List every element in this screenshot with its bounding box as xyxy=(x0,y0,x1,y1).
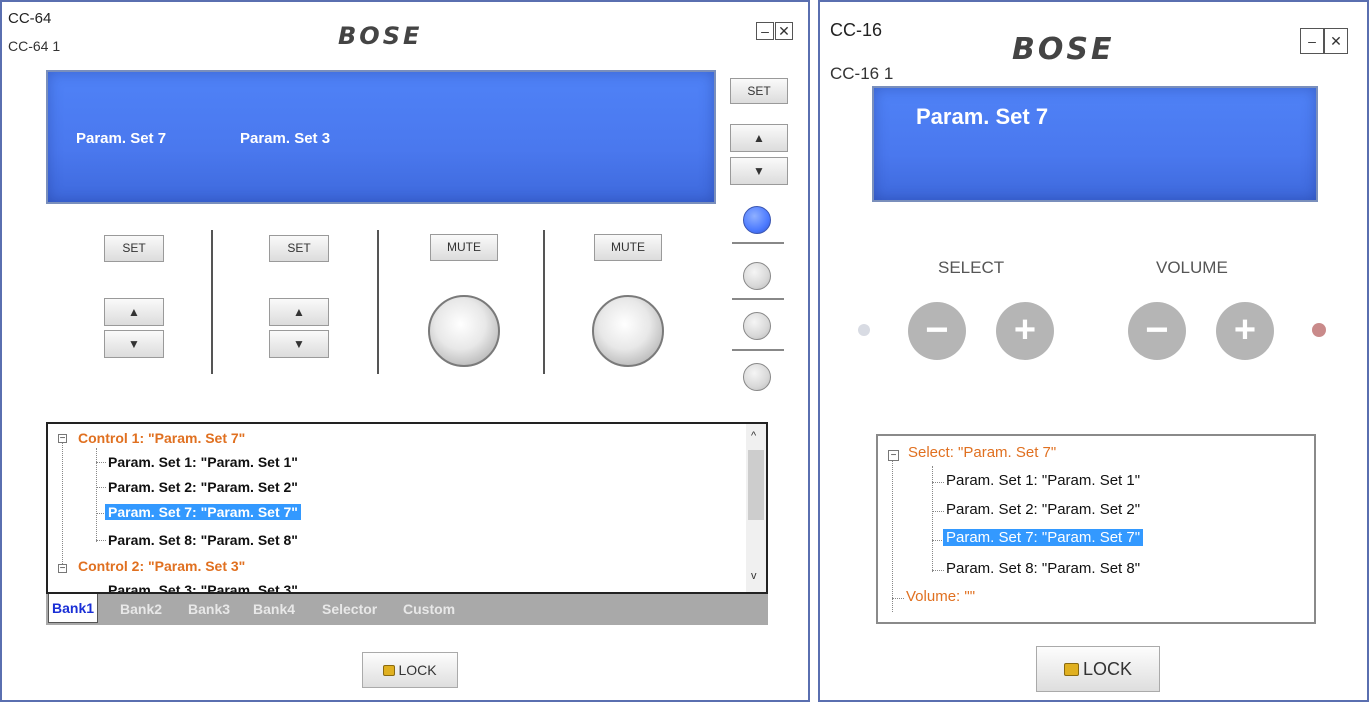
ch1-down-button[interactable]: ▼ xyxy=(104,330,164,358)
bose-logo: BOSE xyxy=(338,22,423,50)
led-separator xyxy=(732,242,784,244)
tree-volume-node[interactable]: Volume: "" xyxy=(906,588,975,605)
tree-item[interactable]: Param. Set 2: "Param. Set 2" xyxy=(946,501,1140,518)
cc16-window: CC-16 CC-16 1 BOSE – ✕ Param. Set 7 SELE… xyxy=(818,0,1369,702)
ch4-mute-knob[interactable] xyxy=(592,295,664,367)
side-set-button[interactable]: SET xyxy=(730,78,788,104)
bank4-led[interactable] xyxy=(743,363,771,391)
tree-line xyxy=(932,570,944,571)
panel-gap xyxy=(810,0,818,702)
select-plus-button[interactable]: + xyxy=(996,302,1054,360)
close-button[interactable]: ✕ xyxy=(1324,28,1348,54)
lcd-text-1: Param. Set 7 xyxy=(76,130,167,147)
collapse-icon[interactable]: − xyxy=(58,434,67,444)
tree-line xyxy=(62,440,63,572)
ch2-set-button[interactable]: SET xyxy=(269,235,329,262)
scrollbar-thumb[interactable] xyxy=(748,450,764,520)
side-down-button[interactable]: ▼ xyxy=(730,157,788,185)
select-label: SELECT xyxy=(938,258,1005,277)
bank1-led[interactable] xyxy=(743,206,771,234)
tab-bank1[interactable]: Bank1 xyxy=(48,594,99,623)
volume-label: VOLUME xyxy=(1156,258,1228,277)
lock-button[interactable]: LOCK xyxy=(362,652,458,688)
lcd-display: Param. Set 7 Param. Set 3 xyxy=(46,70,716,204)
bank3-led[interactable] xyxy=(743,312,771,340)
channel-divider xyxy=(211,230,213,374)
select-minus-button[interactable]: − xyxy=(908,302,966,360)
bose-logo: BOSE xyxy=(1012,32,1115,67)
lcd-text-2: Param. Set 3 xyxy=(240,130,331,147)
channel-divider xyxy=(543,230,545,374)
tree-select-node[interactable]: Select: "Param. Set 7" xyxy=(908,444,1056,461)
tree-line xyxy=(96,540,106,541)
minimize-button[interactable]: – xyxy=(756,22,774,40)
ch4-mute-button[interactable]: MUTE xyxy=(594,234,662,261)
tree-item[interactable]: Param. Set 2: "Param. Set 2" xyxy=(108,479,298,495)
device-name: CC-64 1 xyxy=(8,38,61,54)
ch1-up-button[interactable]: ▲ xyxy=(104,298,164,326)
tree-control-2[interactable]: Control 2: "Param. Set 3" xyxy=(78,558,245,574)
parameter-tree: − Control 1: "Param. Set 7" Param. Set 1… xyxy=(46,422,768,594)
tree-line xyxy=(96,487,106,488)
lcd-display: Param. Set 7 xyxy=(872,86,1318,202)
parameter-tree: − Select: "Param. Set 7" Param. Set 1: "… xyxy=(876,434,1316,624)
volume-led xyxy=(1312,323,1326,337)
lock-label: LOCK xyxy=(1082,659,1133,679)
bank-tab-bar: Bank1 Bank2 Bank3 Bank4 Selector Custom xyxy=(46,594,768,625)
scroll-down-icon[interactable]: v xyxy=(751,570,757,582)
tree-line xyxy=(892,598,904,599)
led-separator xyxy=(732,298,784,300)
lock-icon xyxy=(1063,663,1079,676)
tree-item-partial[interactable]: Param. Set 3: "Param. Set 3" xyxy=(108,582,298,592)
lock-button[interactable]: LOCK xyxy=(1036,646,1160,692)
tree-line xyxy=(932,511,944,512)
tree-item[interactable]: Param. Set 8: "Param. Set 8" xyxy=(946,560,1140,577)
lock-label: LOCK xyxy=(398,662,437,678)
tab-bank3[interactable]: Bank3 xyxy=(188,594,230,624)
volume-minus-button[interactable]: − xyxy=(1128,302,1186,360)
tree-control-1[interactable]: Control 1: "Param. Set 7" xyxy=(78,430,245,446)
ch1-set-button[interactable]: SET xyxy=(104,235,164,262)
tree-line xyxy=(932,482,944,483)
volume-plus-button[interactable]: + xyxy=(1216,302,1274,360)
tab-selector[interactable]: Selector xyxy=(322,594,377,624)
tree-item-selected[interactable]: Param. Set 7: "Param. Set 7" xyxy=(943,529,1144,546)
window-title: CC-64 xyxy=(8,10,52,27)
tree-item-selected[interactable]: Param. Set 7: "Param. Set 7" xyxy=(105,504,301,520)
tab-bank2[interactable]: Bank2 xyxy=(120,594,162,624)
tab-bank4[interactable]: Bank4 xyxy=(253,594,295,624)
tab-custom[interactable]: Custom xyxy=(403,594,455,624)
tree-item[interactable]: Param. Set 1: "Param. Set 1" xyxy=(108,454,298,470)
tree-item[interactable]: Param. Set 8: "Param. Set 8" xyxy=(108,532,298,548)
select-led xyxy=(858,324,870,336)
lcd-text: Param. Set 7 xyxy=(916,104,1049,129)
led-separator xyxy=(732,349,784,351)
minimize-button[interactable]: – xyxy=(1300,28,1324,54)
tree-scrollbar[interactable]: ^ v xyxy=(746,424,766,592)
tree-item[interactable]: Param. Set 1: "Param. Set 1" xyxy=(946,472,1140,489)
collapse-icon[interactable]: − xyxy=(888,450,899,461)
ch2-down-button[interactable]: ▼ xyxy=(269,330,329,358)
ch3-mute-button[interactable]: MUTE xyxy=(430,234,498,261)
ch3-mute-knob[interactable] xyxy=(428,295,500,367)
cc64-window: CC-64 CC-64 1 BOSE – ✕ Param. Set 7 Para… xyxy=(0,0,810,702)
side-up-button[interactable]: ▲ xyxy=(730,124,788,152)
window-title: CC-16 xyxy=(830,20,883,40)
tree-line xyxy=(892,460,893,612)
lock-icon xyxy=(383,665,396,676)
channel-divider xyxy=(377,230,379,374)
close-button[interactable]: ✕ xyxy=(775,22,793,40)
ch2-up-button[interactable]: ▲ xyxy=(269,298,329,326)
bank2-led[interactable] xyxy=(743,262,771,290)
tree-line xyxy=(96,462,106,463)
collapse-icon[interactable]: − xyxy=(58,564,67,574)
device-name: CC-16 1 xyxy=(830,64,894,83)
scroll-up-icon[interactable]: ^ xyxy=(751,430,756,442)
